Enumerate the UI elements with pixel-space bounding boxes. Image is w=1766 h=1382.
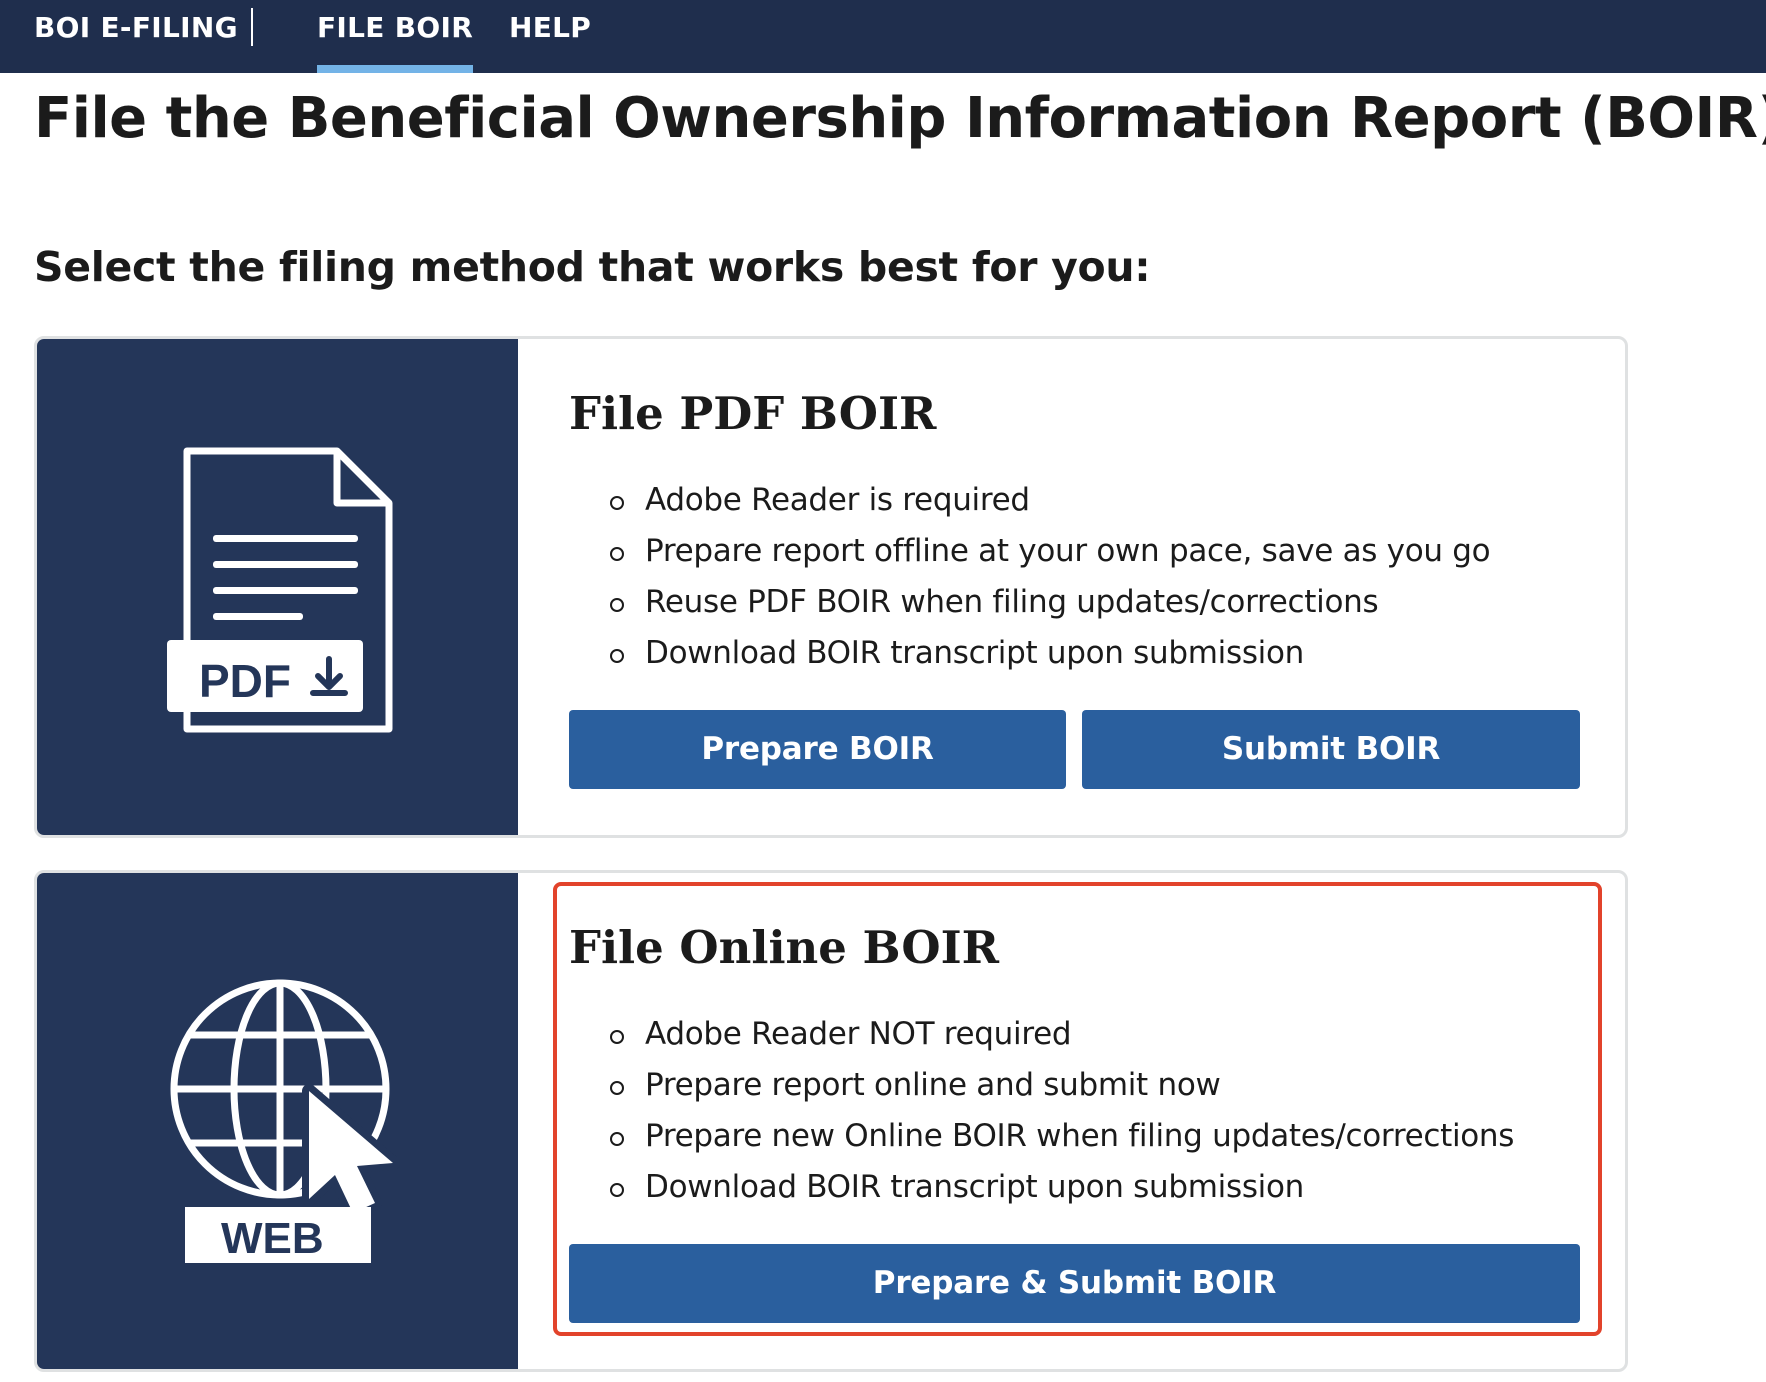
top-nav: BOI E-FILING FILE BOIR HELP <box>0 0 1766 73</box>
pdf-card-media: PDF <box>37 339 518 835</box>
list-item: Download BOIR transcript upon submission <box>610 628 1490 679</box>
list-item: Adobe Reader is required <box>610 475 1490 526</box>
list-item: Prepare report offline at your own pace,… <box>610 526 1491 577</box>
nav-item-file-boir[interactable]: FILE BOIR <box>317 0 474 73</box>
filing-method-prompt: Select the filing method that works best… <box>34 243 1151 291</box>
card-heading: File Online BOIR <box>569 921 1000 974</box>
active-tab-indicator <box>317 65 474 73</box>
list-item: Adobe Reader NOT required <box>610 1009 1514 1060</box>
nav-item-help[interactable]: HELP <box>509 0 591 73</box>
online-boir-card: WEB File Online BOIR Adobe Reader NOT re… <box>34 870 1628 1372</box>
pdf-download-icon: PDF <box>167 447 393 733</box>
page-title: File the Beneficial Ownership Informatio… <box>34 86 1766 151</box>
nav-brand-link[interactable]: BOI E-FILING <box>34 0 238 73</box>
prepare-and-submit-boir-button[interactable]: Prepare & Submit BOIR <box>569 1244 1580 1323</box>
web-icon-label: WEB <box>221 1214 324 1263</box>
list-item: Reuse PDF BOIR when filing updates/corre… <box>610 577 1490 628</box>
pdf-boir-card: PDF File PDF BOIR Adobe Reader is requir… <box>34 336 1628 838</box>
pdf-feature-list: Adobe Reader is required Prepare report … <box>610 475 1491 679</box>
prepare-boir-button[interactable]: Prepare BOIR <box>569 710 1066 789</box>
list-item: Prepare new Online BOIR when filing upda… <box>610 1111 1514 1162</box>
list-item: Download BOIR transcript upon submission <box>610 1162 1514 1213</box>
web-card-media: WEB <box>37 873 518 1369</box>
web-globe-icon: WEB <box>170 979 400 1263</box>
nav-item-label: FILE BOIR <box>317 11 474 44</box>
card-heading: File PDF BOIR <box>569 387 937 440</box>
nav-divider <box>251 8 253 46</box>
online-feature-list: Adobe Reader NOT required Prepare report… <box>610 1009 1514 1213</box>
list-item: Prepare report online and submit now <box>610 1060 1514 1111</box>
pdf-icon-label: PDF <box>199 655 291 707</box>
submit-boir-button[interactable]: Submit BOIR <box>1082 710 1580 789</box>
